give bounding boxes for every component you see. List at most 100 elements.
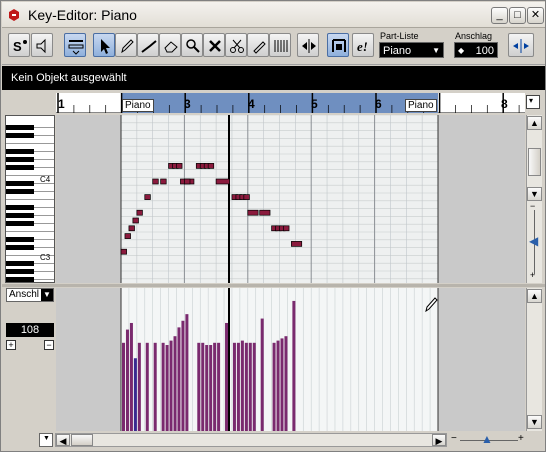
scroll-up-button[interactable]: ▲ [527, 289, 542, 303]
velocity-bar [213, 342, 217, 431]
midi-note [247, 209, 259, 216]
ruler-bar-number: 6 [375, 97, 382, 111]
black-key[interactable] [6, 245, 34, 250]
horizontal-zoom-slider[interactable]: − ▲ + [450, 432, 526, 447]
lane-divider[interactable] [2, 284, 545, 287]
black-key[interactable] [6, 213, 34, 218]
add-lane-button[interactable]: + [6, 340, 16, 350]
white-key[interactable] [6, 143, 54, 144]
velocity-lane-canvas [120, 288, 439, 431]
note-grid[interactable] [56, 115, 525, 283]
maximize-button[interactable]: □ [509, 7, 526, 24]
draw-cursor-pencil-icon [425, 297, 438, 312]
minimize-button[interactable]: _ [491, 7, 508, 24]
velocity-bar [145, 342, 149, 431]
velocity-field[interactable]: ◆ 100 [454, 42, 498, 58]
split-tool[interactable] [225, 33, 247, 57]
show-info-button[interactable] [64, 33, 86, 57]
step-input-button[interactable]: e! [352, 33, 374, 57]
black-key[interactable] [6, 205, 34, 210]
mute-tool[interactable] [203, 33, 225, 57]
horizontal-scrollbar[interactable]: ◀ ▶ [55, 433, 447, 447]
midi-note [215, 178, 230, 185]
white-key[interactable] [6, 231, 54, 232]
velocity-value: 100 [475, 45, 494, 57]
info-line-icon [68, 40, 84, 55]
velocity-bar [260, 318, 264, 431]
quantize-tool[interactable] [269, 33, 291, 57]
horizontal-scroll-thumb[interactable] [71, 434, 93, 446]
black-key[interactable] [6, 125, 34, 130]
scroll-down-button[interactable]: ▼ [527, 415, 542, 429]
scroll-left-button[interactable]: ◀ [56, 434, 70, 446]
line-icon [141, 40, 157, 53]
black-key[interactable] [6, 157, 34, 162]
ruler[interactable]: 1 3 4 5 6 8 Piano Piano [56, 93, 525, 113]
midi-note [184, 178, 191, 185]
left-locator-label[interactable]: Piano [122, 99, 154, 112]
velocity-bar [280, 338, 284, 431]
svg-text:S: S [13, 39, 22, 54]
velocity-bar [177, 327, 181, 431]
velocity-bar [173, 336, 177, 431]
black-key[interactable] [6, 165, 34, 170]
controller-type-value: Anschl [9, 289, 40, 300]
minus-icon: − [451, 433, 457, 444]
solo-button[interactable]: S [8, 33, 30, 57]
controller-vertical-scrollbar[interactable]: ▲ ▼ [526, 288, 542, 431]
zoom-fit-button[interactable] [508, 33, 534, 57]
black-key[interactable] [6, 277, 34, 282]
note-vertical-scrollbar[interactable]: ▲ ▼ ◀ − + [526, 115, 542, 283]
midi-note [259, 209, 271, 216]
plus-icon: + [530, 270, 536, 280]
velocity-bar [209, 345, 213, 431]
ruler-menu-button[interactable]: ▾ [526, 95, 540, 109]
black-key[interactable] [6, 221, 34, 226]
white-key[interactable] [6, 199, 54, 200]
scroll-right-button[interactable]: ▶ [432, 434, 446, 446]
erase-tool[interactable] [159, 33, 181, 57]
midi-note [291, 241, 303, 247]
autoscroll-button[interactable] [297, 33, 319, 57]
right-locator-label[interactable]: Piano [405, 99, 437, 112]
velocity-bar [232, 342, 236, 431]
scissors-icon [230, 39, 244, 53]
acoustic-feedback-button[interactable] [31, 33, 53, 57]
velocity-bar [129, 322, 133, 431]
magnifier-icon [186, 39, 200, 53]
close-button[interactable]: ✕ [527, 7, 544, 24]
line-tool[interactable] [137, 33, 159, 57]
zoom-handle-icon: ▲ [481, 432, 493, 446]
arrow-down-icon: ▼ [530, 189, 539, 199]
snap-button[interactable] [327, 33, 349, 57]
black-key[interactable] [6, 261, 34, 266]
velocity-bar [248, 342, 252, 431]
black-key[interactable] [6, 237, 34, 242]
remove-lane-button[interactable]: − [44, 340, 54, 350]
zoom-tool[interactable] [181, 33, 203, 57]
velocity-lane[interactable] [56, 288, 525, 431]
minimize-icon: _ [496, 9, 503, 21]
arrow-tool[interactable] [93, 33, 115, 57]
vertical-zoom-slider[interactable]: ◀ − + [527, 201, 542, 282]
controller-type-select[interactable]: Anschl ▼ [6, 288, 54, 302]
window-title: Key-Editor: Piano [28, 7, 137, 23]
cubase-app-icon [9, 9, 19, 21]
black-key[interactable] [6, 269, 34, 274]
scroll-down-button[interactable]: ▼ [527, 187, 542, 201]
glue-tool[interactable] [247, 33, 269, 57]
black-key[interactable] [6, 133, 34, 138]
velocity-bar [201, 342, 205, 431]
black-key[interactable] [6, 149, 34, 154]
part-list-select[interactable]: Piano ▼ [379, 42, 444, 58]
scroll-thumb[interactable] [528, 148, 541, 176]
velocity-bar [225, 322, 229, 431]
toolbar: S e! Part-Liste Piano ▼ Anschlag ◆ 100 [2, 29, 545, 65]
black-key[interactable] [6, 181, 34, 186]
draw-tool[interactable] [115, 33, 137, 57]
lane-menu-button[interactable]: ▼ [39, 433, 53, 447]
scroll-up-button[interactable]: ▲ [527, 116, 542, 130]
black-key[interactable] [6, 189, 34, 194]
arrow-left-icon: ◀ [59, 436, 67, 446]
piano-keyboard[interactable]: C4 C3 [5, 115, 55, 283]
